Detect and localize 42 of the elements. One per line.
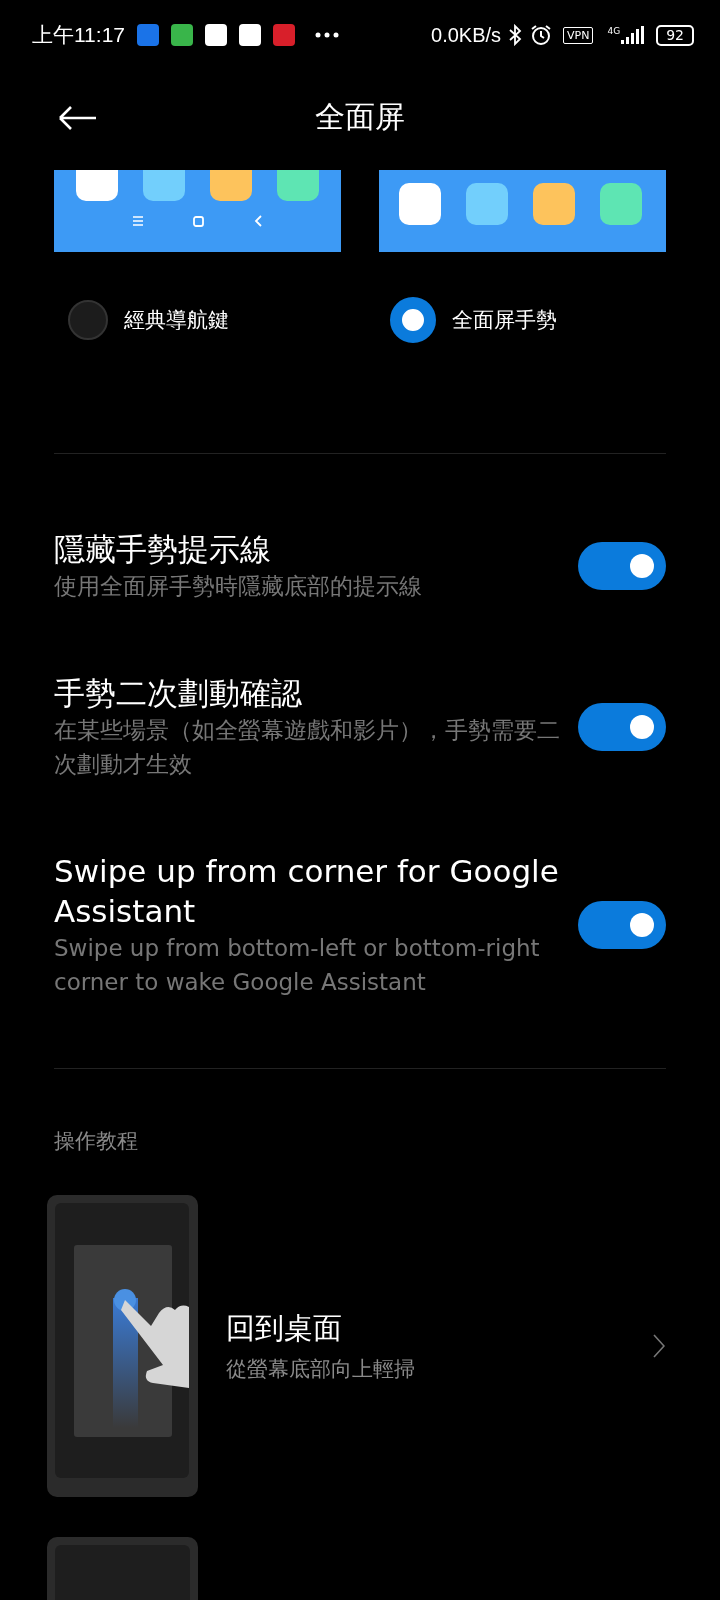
home-icon	[192, 215, 204, 227]
setting-title: 手勢二次劃動確認	[54, 674, 303, 713]
radio-button[interactable]	[68, 300, 108, 340]
option-label: 經典導航鍵	[124, 307, 229, 334]
app-icon	[466, 183, 508, 225]
clock-time: 上午11:17	[32, 22, 125, 48]
app-icon	[76, 170, 118, 201]
tutorial-card[interactable]	[47, 1195, 198, 1497]
network-type: 4G	[607, 26, 621, 36]
toggle-switch[interactable]	[578, 901, 666, 949]
app-icon	[210, 170, 252, 201]
vpn-badge: VPN	[563, 26, 594, 44]
battery-icon: 92	[656, 24, 694, 46]
back-button[interactable]	[58, 105, 98, 130]
back-icon	[253, 215, 263, 227]
app-icon	[399, 183, 441, 225]
toggle-switch[interactable]	[578, 703, 666, 751]
app-icon	[143, 170, 185, 201]
setting-title: Swipe up from corner for Google Assistant	[54, 852, 560, 931]
chevron-right-icon	[653, 1334, 665, 1358]
network-speed: 0.0KB/s	[431, 23, 502, 47]
screen-preview[interactable]	[54, 170, 341, 252]
page-title: 全面屏	[315, 98, 405, 136]
setting-title: 隱藏手勢提示線	[54, 530, 272, 569]
more-icon	[315, 30, 339, 40]
app-icon	[277, 170, 319, 201]
toggle-switch[interactable]	[578, 542, 666, 590]
tutorial-description: 從螢幕底部向上輕掃	[226, 1356, 416, 1383]
back-arrow-icon	[58, 105, 98, 130]
app-icon	[600, 183, 642, 225]
app-icon	[533, 183, 575, 225]
setting-description: 使用全面屏手勢時隱藏底部的提示線	[54, 572, 423, 601]
bluetooth-icon	[507, 24, 524, 46]
menu-icon	[132, 216, 143, 226]
setting-description: Swipe up from bottom-left or bottom-right corner to wake Google Assistant	[54, 934, 541, 997]
setting-description: 在某些場景（如全螢幕遊戲和影片），手勢需要二次劃動才生效	[54, 716, 561, 779]
section-label: 操作教程	[54, 1128, 139, 1155]
radio-button[interactable]	[390, 297, 436, 343]
screen-preview[interactable]	[379, 170, 666, 252]
signal-icon	[621, 26, 645, 44]
tutorial-title: 回到桌面	[226, 1310, 343, 1347]
option-label: 全面屏手勢	[452, 307, 557, 334]
